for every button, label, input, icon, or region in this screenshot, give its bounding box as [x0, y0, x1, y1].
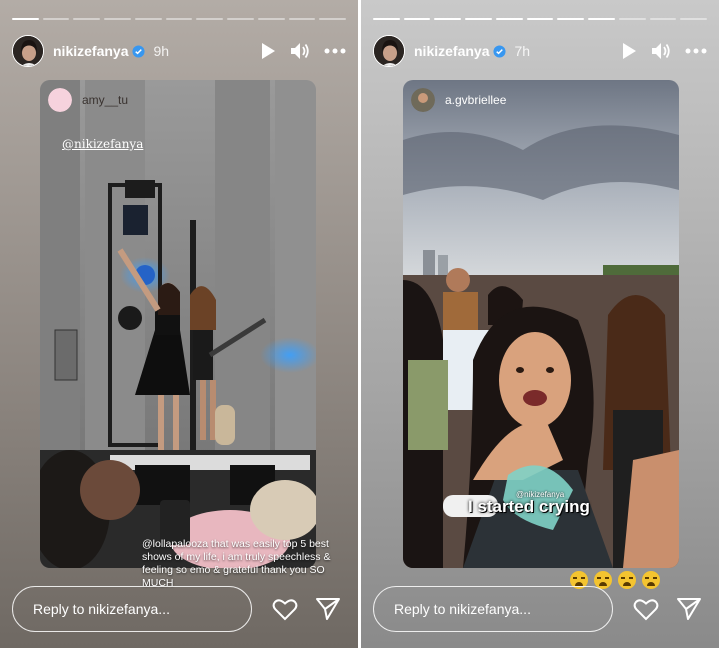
play-icon[interactable]	[621, 42, 637, 60]
story-media[interactable]: amy__tu @nikizefanya	[40, 80, 316, 568]
author-avatar[interactable]	[373, 35, 405, 67]
story-left[interactable]: nikizefanya 9h amy__tu @nikizefanya @lol…	[0, 0, 358, 648]
repost-username[interactable]: amy__tu	[82, 93, 128, 107]
caption-text: @lollapalooza that was easily top 5 best…	[142, 538, 331, 589]
progress-segment	[618, 18, 646, 20]
progress-segment	[434, 18, 462, 20]
progress-segment	[649, 18, 677, 20]
progress-segment	[257, 18, 285, 20]
author-avatar[interactable]	[12, 35, 44, 67]
repost-header: a.gvbriellee	[411, 88, 506, 112]
progress-segment	[288, 18, 316, 20]
repost-username[interactable]: a.gvbriellee	[445, 93, 506, 107]
concert-stage-image	[40, 80, 316, 568]
progress-segment	[403, 18, 431, 20]
reply-input[interactable]	[12, 586, 252, 632]
progress-segment	[465, 18, 492, 20]
progress-segment	[134, 18, 162, 20]
story-caption: @lollapalooza that was easily top 5 best…	[142, 538, 338, 590]
heart-icon[interactable]	[633, 598, 659, 621]
verified-icon	[493, 44, 507, 58]
progress-bar	[373, 18, 708, 20]
author-username[interactable]: nikizefanya	[414, 43, 489, 59]
reply-bar	[373, 586, 707, 632]
verified-icon	[132, 44, 146, 58]
story-header: nikizefanya 9h	[12, 34, 346, 68]
heart-icon[interactable]	[272, 598, 298, 621]
post-time: 9h	[153, 43, 170, 59]
progress-segment	[373, 18, 400, 20]
progress-segment	[104, 18, 131, 20]
play-icon[interactable]	[260, 42, 276, 60]
progress-segment	[165, 18, 193, 20]
repost-avatar[interactable]	[411, 88, 435, 112]
progress-segment	[495, 18, 523, 20]
more-icon[interactable]	[324, 48, 346, 54]
send-icon[interactable]	[316, 598, 340, 620]
progress-segment	[196, 18, 224, 20]
progress-bar	[12, 18, 347, 20]
repost-header: amy__tu	[48, 88, 128, 112]
post-time: 7h	[514, 43, 531, 59]
progress-segment	[557, 18, 585, 20]
reply-bar	[12, 586, 346, 632]
story-right[interactable]: nikizefanya 7h a.gvbriellee Reply to nik…	[361, 0, 719, 648]
progress-segment	[319, 18, 347, 20]
volume-icon[interactable]	[290, 42, 310, 60]
story-header: nikizefanya 7h	[373, 34, 707, 68]
progress-segment	[588, 18, 615, 20]
volume-icon[interactable]	[651, 42, 671, 60]
progress-segment	[73, 18, 101, 20]
send-icon[interactable]	[677, 598, 701, 620]
sticker-text: I started crying	[468, 497, 590, 516]
progress-segment	[42, 18, 70, 20]
more-icon[interactable]	[685, 48, 707, 54]
progress-segment	[227, 18, 254, 20]
progress-segment	[680, 18, 708, 20]
reply-input[interactable]	[373, 586, 613, 632]
progress-segment	[526, 18, 554, 20]
repost-avatar[interactable]	[48, 88, 72, 112]
mention-tag[interactable]: @nikizefanya	[62, 137, 143, 151]
author-username[interactable]: nikizefanya	[53, 43, 128, 59]
progress-segment	[12, 18, 39, 20]
